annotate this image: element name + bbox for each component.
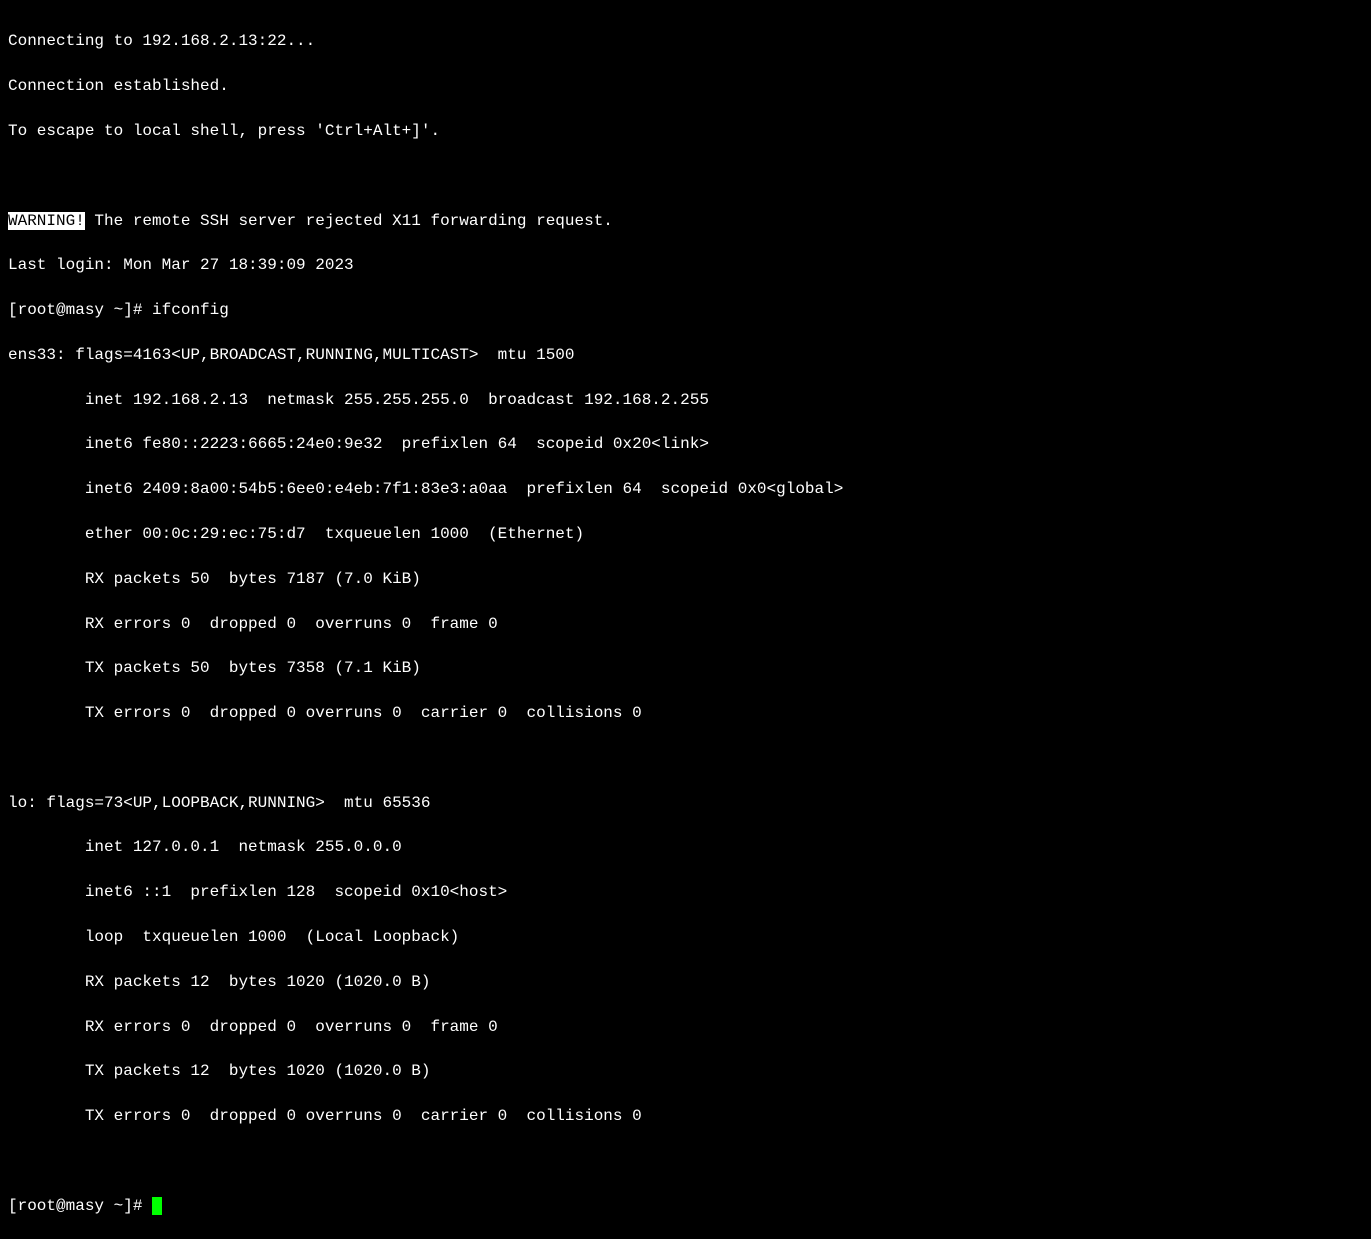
lo-tx-errors: TX errors 0 dropped 0 overruns 0 carrier… xyxy=(8,1105,1363,1127)
ens33-header: ens33: flags=4163<UP,BROADCAST,RUNNING,M… xyxy=(8,344,1363,366)
ens33-inet: inet 192.168.2.13 netmask 255.255.255.0 … xyxy=(8,389,1363,411)
shell-prompt: [root@masy ~]# xyxy=(8,301,152,319)
prompt-line-1: [root@masy ~]# ifconfig xyxy=(8,299,1363,321)
blank-line xyxy=(8,165,1363,187)
lo-loop: loop txqueuelen 1000 (Local Loopback) xyxy=(8,926,1363,948)
ens33-inet6-link: inet6 fe80::2223:6665:24e0:9e32 prefixle… xyxy=(8,433,1363,455)
lo-inet: inet 127.0.0.1 netmask 255.0.0.0 xyxy=(8,836,1363,858)
ens33-tx-errors: TX errors 0 dropped 0 overruns 0 carrier… xyxy=(8,702,1363,724)
blank-line xyxy=(8,747,1363,769)
lo-rx-errors: RX errors 0 dropped 0 overruns 0 frame 0 xyxy=(8,1016,1363,1038)
command-text: ifconfig xyxy=(152,301,229,319)
connecting-line: Connecting to 192.168.2.13:22... xyxy=(8,30,1363,52)
lo-tx-packets: TX packets 12 bytes 1020 (1020.0 B) xyxy=(8,1060,1363,1082)
lo-inet6: inet6 ::1 prefixlen 128 scopeid 0x10<hos… xyxy=(8,881,1363,903)
lo-rx-packets: RX packets 12 bytes 1020 (1020.0 B) xyxy=(8,971,1363,993)
lo-header: lo: flags=73<UP,LOOPBACK,RUNNING> mtu 65… xyxy=(8,792,1363,814)
prompt-line-2[interactable]: [root@masy ~]# xyxy=(8,1195,1363,1217)
ens33-rx-packets: RX packets 50 bytes 7187 (7.0 KiB) xyxy=(8,568,1363,590)
cursor-icon xyxy=(152,1197,162,1215)
ens33-tx-packets: TX packets 50 bytes 7358 (7.1 KiB) xyxy=(8,657,1363,679)
warning-message: The remote SSH server rejected X11 forwa… xyxy=(85,212,613,230)
last-login-line: Last login: Mon Mar 27 18:39:09 2023 xyxy=(8,254,1363,276)
ens33-inet6-global: inet6 2409:8a00:54b5:6ee0:e4eb:7f1:83e3:… xyxy=(8,478,1363,500)
shell-prompt: [root@masy ~]# xyxy=(8,1197,152,1215)
terminal-output[interactable]: Connecting to 192.168.2.13:22... Connect… xyxy=(8,8,1363,1239)
escape-hint-line: To escape to local shell, press 'Ctrl+Al… xyxy=(8,120,1363,142)
warning-label: WARNING! xyxy=(8,212,85,230)
blank-line xyxy=(8,1150,1363,1172)
ens33-ether: ether 00:0c:29:ec:75:d7 txqueuelen 1000 … xyxy=(8,523,1363,545)
connection-established-line: Connection established. xyxy=(8,75,1363,97)
ens33-rx-errors: RX errors 0 dropped 0 overruns 0 frame 0 xyxy=(8,613,1363,635)
warning-line: WARNING! The remote SSH server rejected … xyxy=(8,210,1363,232)
